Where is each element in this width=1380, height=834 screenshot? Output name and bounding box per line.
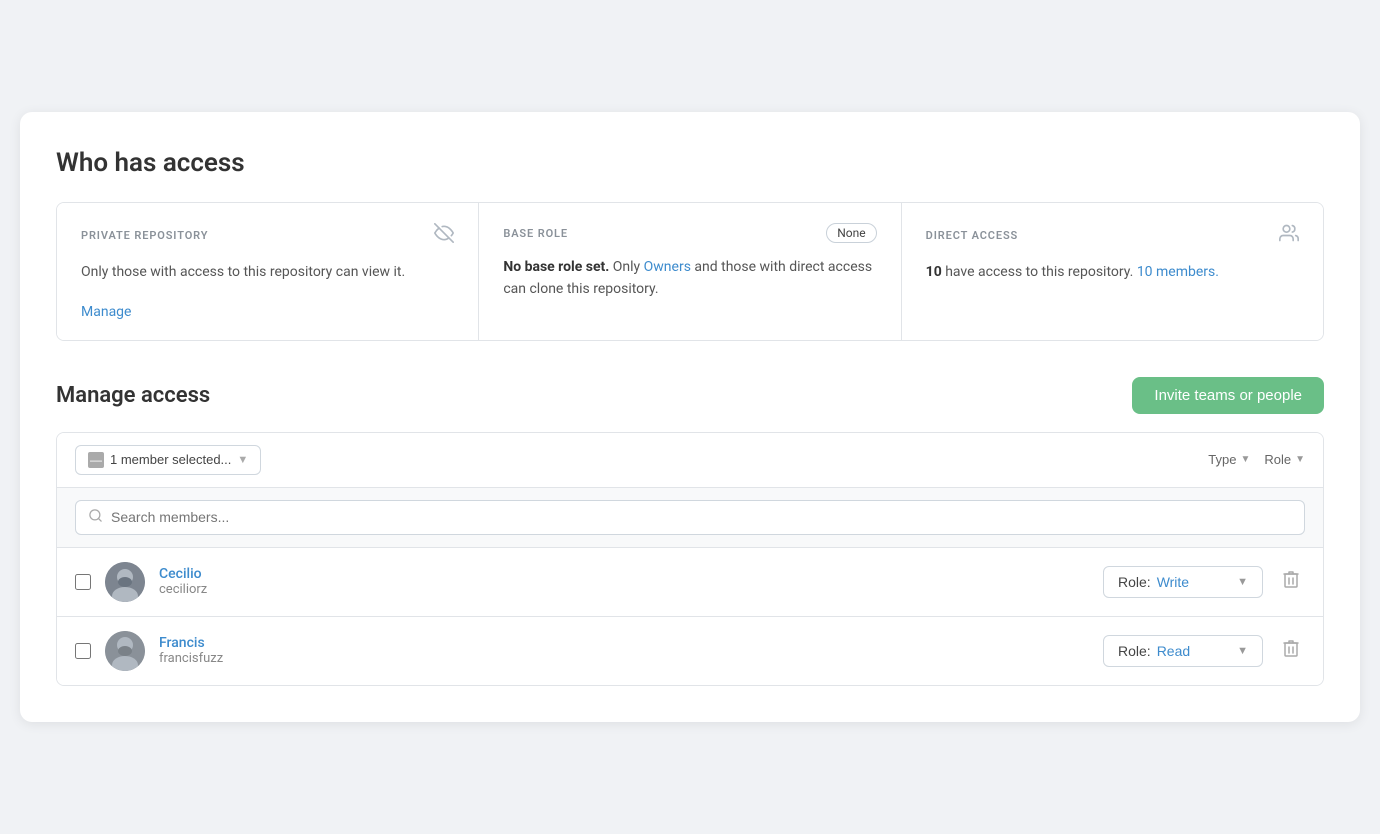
dash-icon: — — [88, 452, 104, 468]
member-select-label: 1 member selected... — [110, 452, 231, 467]
member-info: Francis francisfuzz — [159, 635, 1089, 666]
base-role-card: BASE ROLE None No base role set. Only Ow… — [479, 203, 901, 340]
manage-link[interactable]: Manage — [81, 304, 454, 320]
search-row — [57, 488, 1323, 548]
chevron-down-icon: ▼ — [237, 454, 248, 466]
filter-group: Type ▼ Role ▼ — [1208, 452, 1305, 467]
francis-checkbox[interactable] — [75, 643, 91, 659]
access-cards-row: PRIVATE REPOSITORY Only those with acces… — [56, 202, 1324, 341]
role-chevron-icon: ▼ — [1237, 645, 1248, 657]
main-container: Who has access PRIVATE REPOSITORY Only t… — [20, 112, 1360, 722]
eye-slash-icon — [434, 223, 454, 248]
type-filter-button[interactable]: Type ▼ — [1208, 452, 1250, 467]
role-label: Role: — [1118, 574, 1151, 590]
role-value: Read — [1157, 643, 1190, 659]
access-table: — 1 member selected... ▼ Type ▼ Role ▼ — [56, 432, 1324, 686]
avatar — [105, 631, 145, 671]
manage-access-title: Manage access — [56, 383, 210, 408]
delete-button-cecilio[interactable] — [1277, 566, 1305, 597]
private-repo-body: Only those with access to this repositor… — [81, 262, 454, 284]
manage-access-header: Manage access Invite teams or people — [56, 377, 1324, 414]
member-name: Cecilio — [159, 566, 1089, 582]
member-info: Cecilio ceciliorz — [159, 566, 1089, 597]
avatar — [105, 562, 145, 602]
role-chevron-icon: ▼ — [1237, 576, 1248, 588]
member-select-dropdown[interactable]: — 1 member selected... ▼ — [75, 445, 261, 475]
table-row: Francis francisfuzz Role: Read ▼ — [57, 617, 1323, 685]
private-repo-label: PRIVATE REPOSITORY — [81, 229, 208, 242]
page-title: Who has access — [56, 148, 1324, 178]
direct-access-count: 10 — [926, 264, 942, 280]
base-role-strong: No base role set. — [503, 259, 609, 275]
card-header-base-role: BASE ROLE None — [503, 223, 876, 243]
base-role-badge: None — [826, 223, 876, 243]
member-username: francisfuzz — [159, 651, 1089, 666]
delete-button-francis[interactable] — [1277, 635, 1305, 666]
members-link[interactable]: 10 members. — [1137, 264, 1219, 280]
base-role-label: BASE ROLE — [503, 227, 568, 240]
table-row: Cecilio ceciliorz Role: Write ▼ — [57, 548, 1323, 617]
owners-link[interactable]: Owners — [644, 259, 691, 275]
role-label: Role: — [1118, 643, 1151, 659]
direct-access-label: DIRECT ACCESS — [926, 229, 1019, 242]
invite-button[interactable]: Invite teams or people — [1132, 377, 1324, 414]
role-dropdown-francis[interactable]: Role: Read ▼ — [1103, 635, 1263, 667]
base-role-body: No base role set. Only Owners and those … — [503, 257, 876, 300]
search-input[interactable] — [111, 509, 1292, 525]
role-dropdown-cecilio[interactable]: Role: Write ▼ — [1103, 566, 1263, 598]
table-toolbar: — 1 member selected... ▼ Type ▼ Role ▼ — [57, 433, 1323, 488]
person-icon — [1279, 223, 1299, 248]
card-header-private: PRIVATE REPOSITORY — [81, 223, 454, 248]
role-filter-button[interactable]: Role ▼ — [1264, 452, 1305, 467]
direct-access-card: DIRECT ACCESS 10 have access to this rep… — [902, 203, 1323, 340]
card-header-direct-access: DIRECT ACCESS — [926, 223, 1299, 248]
search-icon — [88, 508, 103, 527]
private-repo-card: PRIVATE REPOSITORY Only those with acces… — [57, 203, 479, 340]
direct-access-body: 10 have access to this repository. 10 me… — [926, 262, 1299, 284]
search-input-wrap — [75, 500, 1305, 535]
member-username: ceciliorz — [159, 582, 1089, 597]
cecilio-checkbox[interactable] — [75, 574, 91, 590]
type-chevron-icon: ▼ — [1240, 454, 1250, 465]
role-chevron-icon: ▼ — [1295, 454, 1305, 465]
member-name: Francis — [159, 635, 1089, 651]
role-value: Write — [1157, 574, 1189, 590]
